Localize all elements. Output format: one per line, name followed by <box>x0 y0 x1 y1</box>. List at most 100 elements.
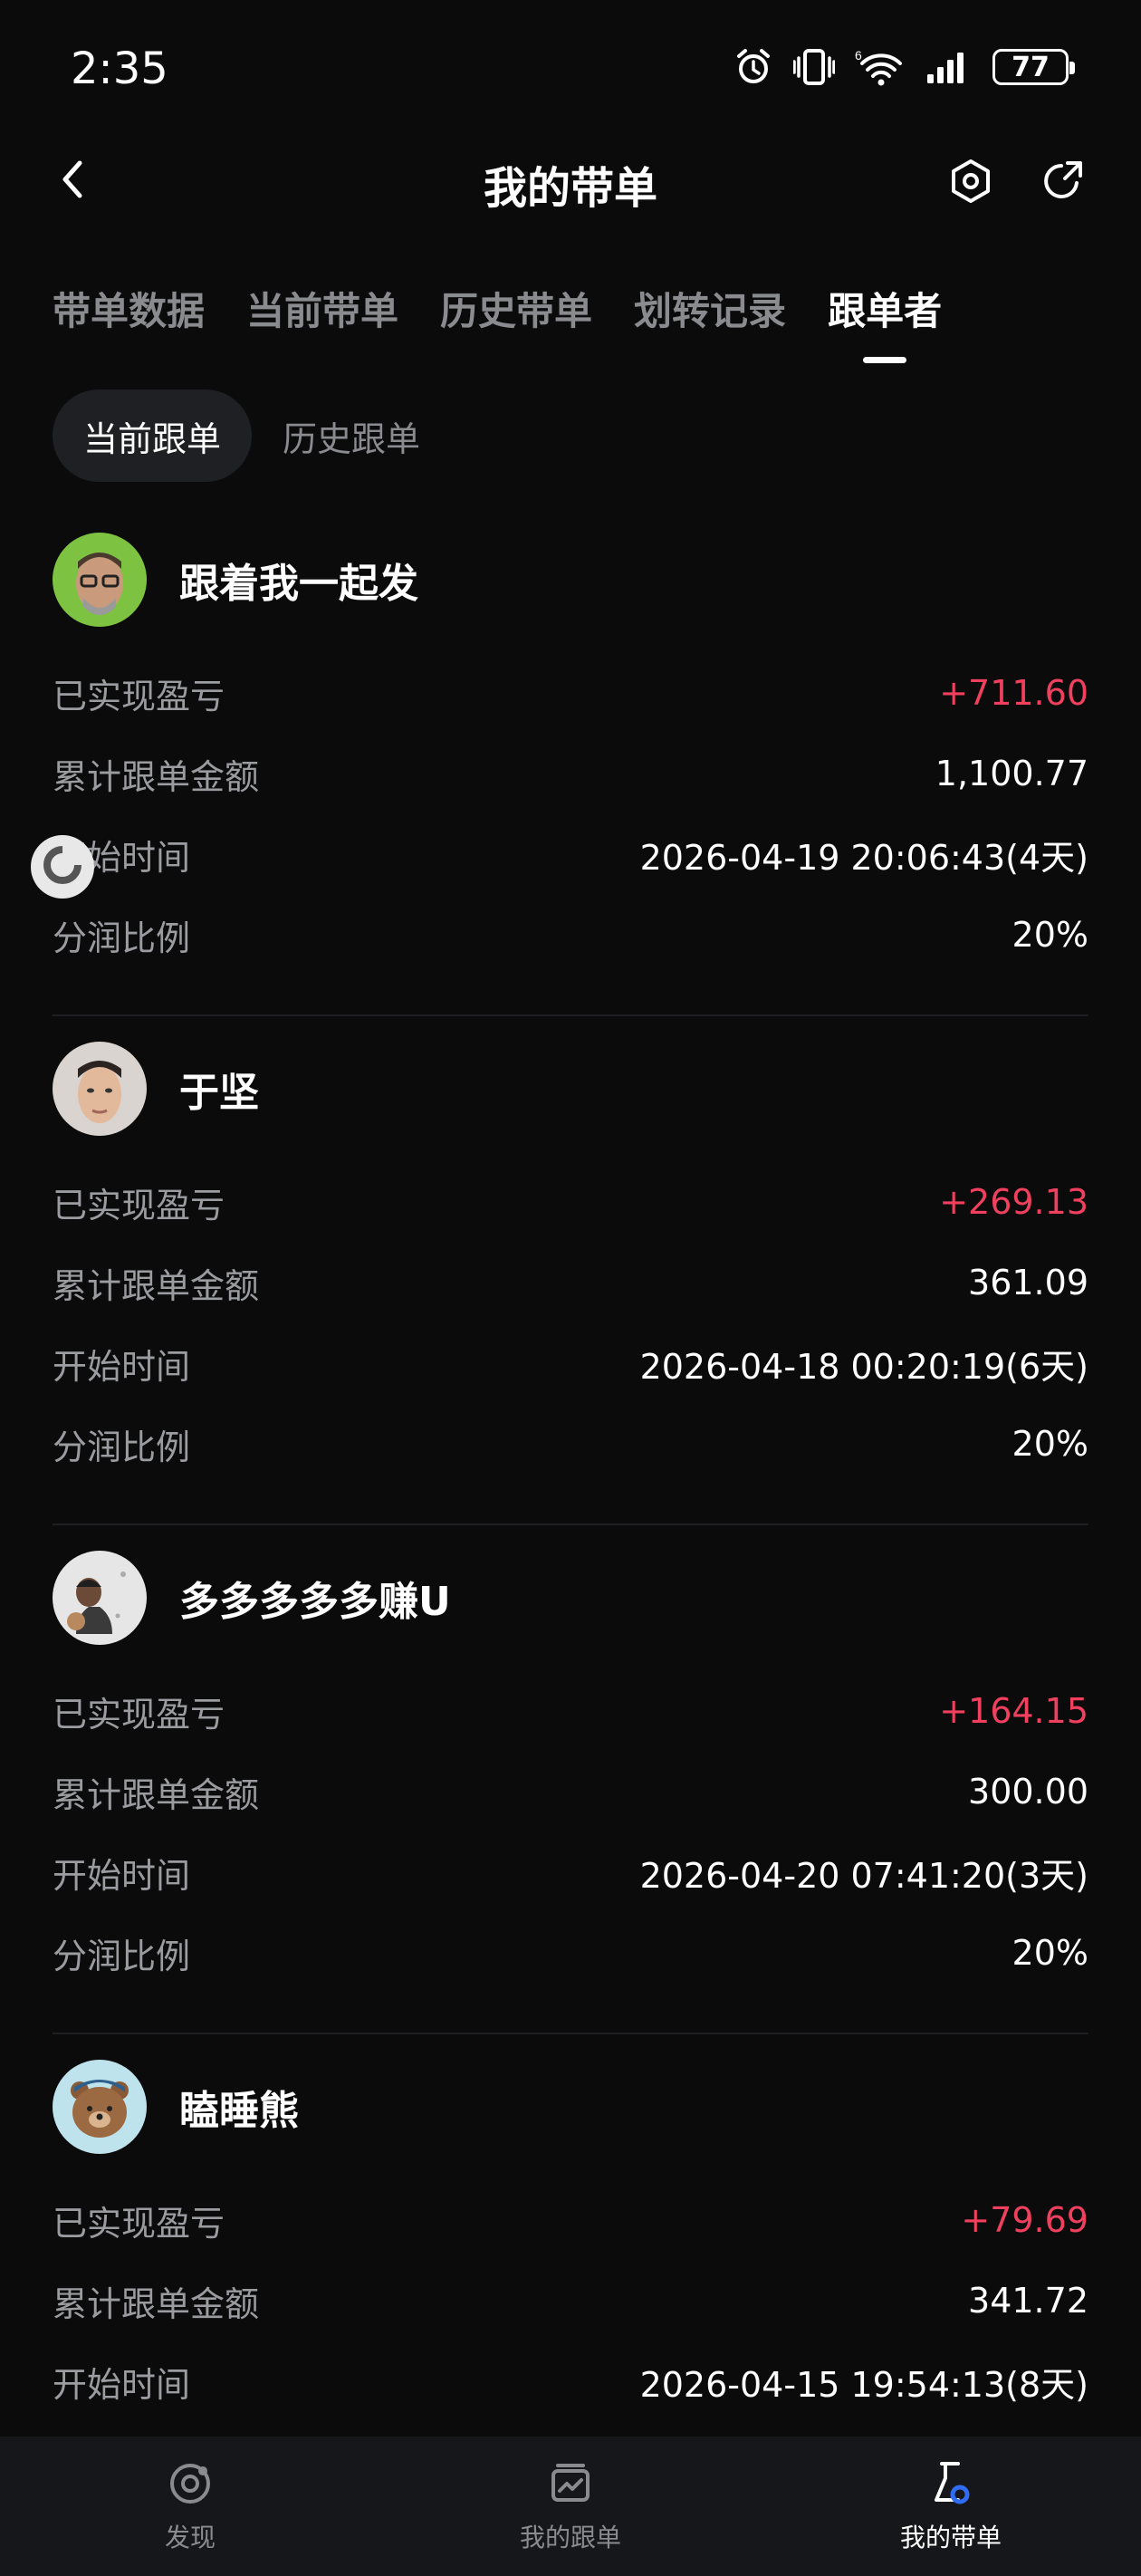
row-share-ratio: 分润比例 20% <box>53 908 1088 962</box>
floating-refresh-button[interactable] <box>31 835 94 899</box>
tab-label: 带单数据 <box>53 289 206 333</box>
tab-current-lead[interactable]: 当前带单 <box>246 281 398 371</box>
value-realized-pnl: +164.15 <box>939 1691 1088 1731</box>
settings-button[interactable] <box>944 156 998 210</box>
settings-hexagon-icon <box>949 159 992 207</box>
value-start-time: 2026-04-20 07:41:20(3天) <box>639 1855 1088 1896</box>
label-realized-pnl: 已实现盈亏 <box>53 1185 225 1226</box>
battery-icon: 77 <box>992 49 1075 85</box>
follower-header: 跟着我一起发 <box>53 533 418 627</box>
signal-icon <box>925 47 973 87</box>
label-realized-pnl: 已实现盈亏 <box>53 676 225 716</box>
alarm-icon <box>734 47 773 87</box>
copy-trade-icon <box>543 2456 598 2511</box>
follower-card[interactable]: 跟着我一起发 已实现盈亏 +711.60 累计跟单金额 1,100.77 开始时… <box>53 507 1088 1016</box>
vibrate-icon <box>793 47 835 87</box>
follower-list: 跟着我一起发 已实现盈亏 +711.60 累计跟单金额 1,100.77 开始时… <box>53 507 1088 2543</box>
subtab-label: 历史跟单 <box>283 418 421 459</box>
subtab-label: 当前跟单 <box>83 418 222 459</box>
row-share-ratio: 分润比例 20% <box>53 1417 1088 1471</box>
subtab-history-follow[interactable]: 历史跟单 <box>252 389 451 482</box>
follower-name: 瞌睡熊 <box>179 2088 299 2134</box>
row-realized-pnl: 已实现盈亏 +711.60 <box>53 666 1088 720</box>
follower-name: 跟着我一起发 <box>179 561 418 607</box>
follower-header: 多多多多多赚U <box>53 1551 451 1645</box>
row-realized-pnl: 已实现盈亏 +79.69 <box>53 2193 1088 2247</box>
bottom-nav-my-lead[interactable]: 我的带单 <box>761 2437 1141 2576</box>
bottom-nav-label: 我的带单 <box>899 2523 1002 2552</box>
follower-name: 多多多多多赚U <box>179 1579 451 1625</box>
label-share-ratio: 分润比例 <box>53 1936 191 1976</box>
tab-bar: 带单数据 当前带单 历史带单 划转记录 跟单者 <box>53 281 942 371</box>
share-button[interactable] <box>1036 156 1090 210</box>
row-realized-pnl: 已实现盈亏 +164.15 <box>53 1684 1088 1738</box>
nav-bar: 我的带单 <box>0 136 1141 226</box>
status-time: 2:35 <box>71 43 168 94</box>
avatar <box>53 1551 147 1645</box>
bottom-nav-my-copy[interactable]: 我的跟单 <box>380 2437 761 2576</box>
follower-card[interactable]: 多多多多多赚U 已实现盈亏 +164.15 累计跟单金额 300.00 开始时间… <box>53 1525 1088 2034</box>
status-bar: 2:35 6 77 <box>0 0 1141 136</box>
avatar <box>53 1042 147 1136</box>
label-share-ratio: 分润比例 <box>53 918 191 958</box>
label-start-time: 开始时间 <box>53 1346 191 1387</box>
value-total-amount: 1,100.77 <box>935 754 1088 793</box>
label-total-amount: 累计跟单金额 <box>53 1265 260 1306</box>
value-realized-pnl: +79.69 <box>961 2200 1088 2240</box>
row-start-time: 开始时间 2026-04-19 20:06:43(4天) <box>53 827 1088 881</box>
row-total-amount: 累计跟单金额 300.00 <box>53 1764 1088 1819</box>
row-total-amount: 累计跟单金额 1,100.77 <box>53 746 1088 801</box>
label-total-amount: 累计跟单金额 <box>53 756 260 797</box>
tab-label: 跟单者 <box>828 289 943 333</box>
value-realized-pnl: +711.60 <box>939 673 1088 713</box>
value-total-amount: 300.00 <box>968 1772 1088 1812</box>
label-start-time: 开始时间 <box>53 2364 191 2405</box>
label-total-amount: 累计跟单金额 <box>53 1774 260 1815</box>
tab-label: 历史带单 <box>440 289 593 333</box>
row-share-ratio: 分润比例 20% <box>53 1926 1088 1980</box>
value-share-ratio: 20% <box>1012 915 1088 955</box>
tab-label: 划转记录 <box>634 289 787 333</box>
row-realized-pnl: 已实现盈亏 +269.13 <box>53 1175 1088 1229</box>
value-total-amount: 341.72 <box>968 2281 1088 2321</box>
lead-trade-icon <box>924 2456 978 2511</box>
row-start-time: 开始时间 2026-04-18 00:20:19(6天) <box>53 1336 1088 1390</box>
tab-history-lead[interactable]: 历史带单 <box>440 281 592 371</box>
tab-followers[interactable]: 跟单者 <box>828 281 942 371</box>
row-total-amount: 累计跟单金额 341.72 <box>53 2273 1088 2328</box>
battery-level: 77 <box>1012 51 1050 83</box>
subtab-bar: 当前跟单 历史跟单 <box>53 389 451 482</box>
value-realized-pnl: +269.13 <box>939 1182 1088 1222</box>
avatar <box>53 2060 147 2154</box>
subtab-current-follow[interactable]: 当前跟单 <box>53 389 253 482</box>
label-realized-pnl: 已实现盈亏 <box>53 1694 225 1735</box>
bottom-nav-discover[interactable]: 发现 <box>0 2437 380 2576</box>
tab-active-indicator <box>863 357 907 363</box>
value-share-ratio: 20% <box>1012 1933 1088 1973</box>
follower-name: 于坚 <box>179 1070 259 1116</box>
tab-transfer-records[interactable]: 划转记录 <box>634 281 786 371</box>
follower-header: 瞌睡熊 <box>53 2060 299 2154</box>
label-share-ratio: 分润比例 <box>53 1427 191 1467</box>
avatar <box>53 533 147 627</box>
discover-icon <box>163 2456 217 2511</box>
share-icon <box>1040 159 1086 207</box>
follower-card[interactable]: 于坚 已实现盈亏 +269.13 累计跟单金额 361.09 开始时间 2026… <box>53 1016 1088 1525</box>
tab-lead-data[interactable]: 带单数据 <box>53 281 205 371</box>
bottom-nav-label: 发现 <box>164 2523 216 2552</box>
bottom-nav-label: 我的跟单 <box>519 2523 621 2552</box>
wifi-icon: 6 <box>855 47 906 87</box>
follower-header: 于坚 <box>53 1042 259 1136</box>
svg-text:6: 6 <box>855 48 862 62</box>
loading-spinner-icon <box>40 842 85 891</box>
bottom-nav: 发现 我的跟单 我的带单 <box>0 2437 1141 2576</box>
value-share-ratio: 20% <box>1012 1424 1088 1464</box>
value-total-amount: 361.09 <box>968 1263 1088 1302</box>
tab-label: 当前带单 <box>246 289 399 333</box>
label-realized-pnl: 已实现盈亏 <box>53 2203 225 2244</box>
label-total-amount: 累计跟单金额 <box>53 2283 260 2324</box>
status-icons: 6 77 <box>734 47 1075 87</box>
value-start-time: 2026-04-18 00:20:19(6天) <box>639 1346 1088 1387</box>
row-total-amount: 累计跟单金额 361.09 <box>53 1255 1088 1310</box>
label-start-time: 开始时间 <box>53 1855 191 1896</box>
